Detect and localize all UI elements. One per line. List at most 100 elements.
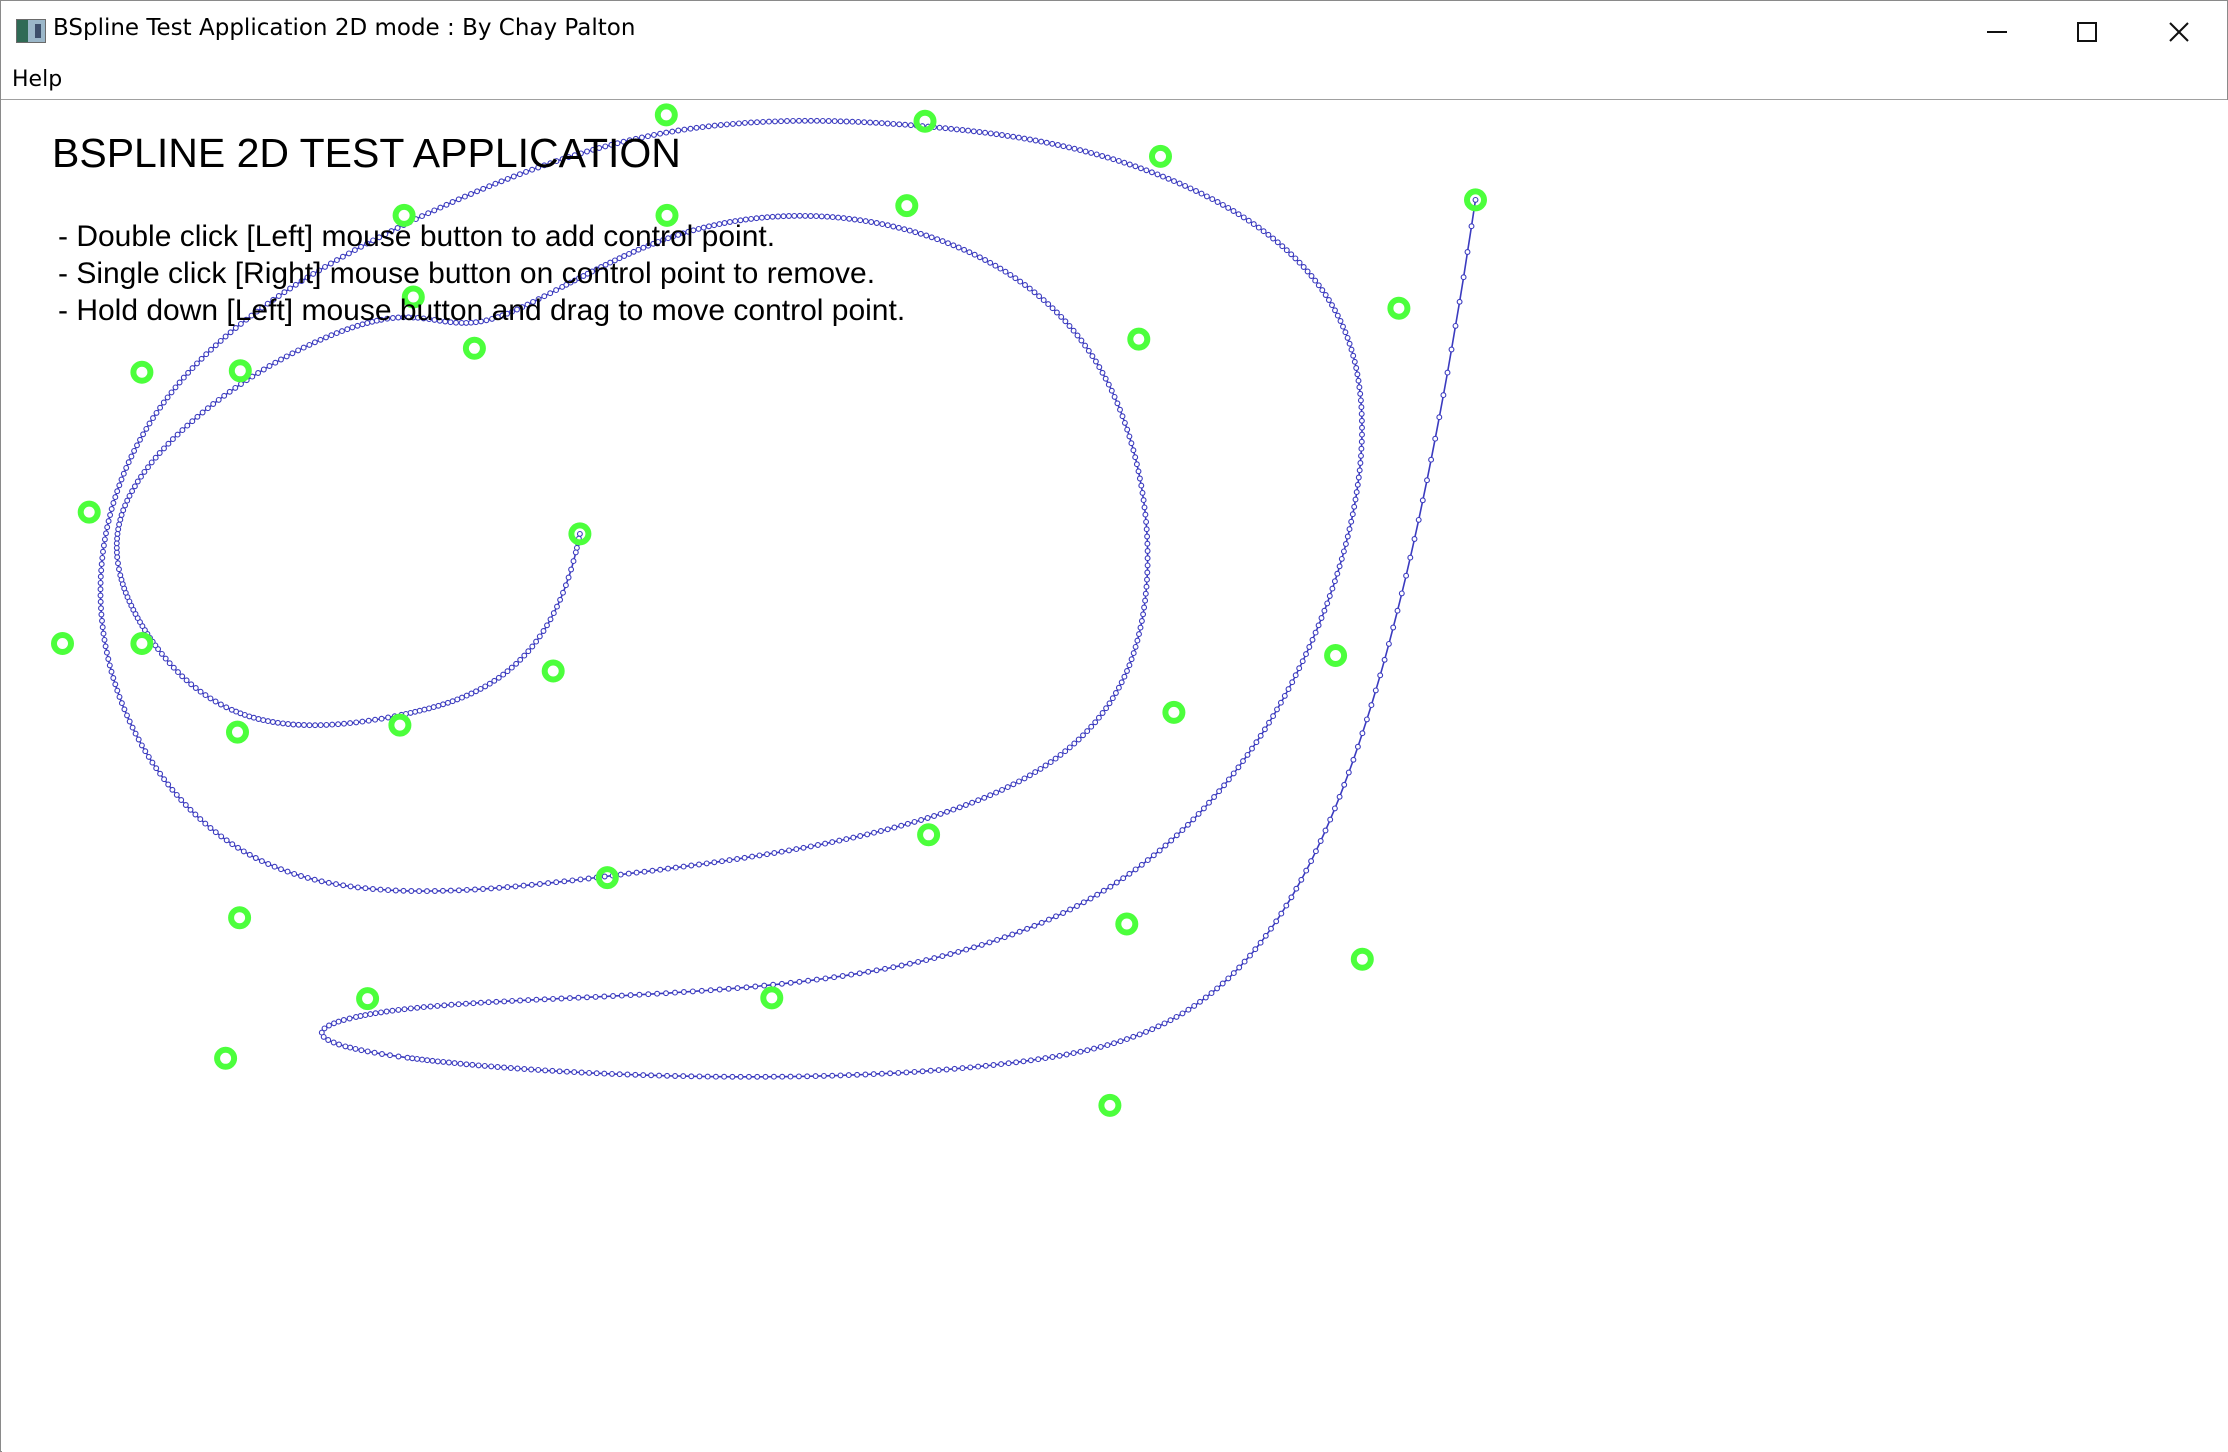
- curve-sample-point: [563, 1068, 570, 1075]
- control-point[interactable]: [760, 986, 784, 1010]
- curve-sample-point: [571, 1069, 578, 1076]
- curve-sample-point: [584, 994, 590, 1001]
- curve-sample-point: [1121, 419, 1128, 426]
- curve-sample-point: [481, 1062, 488, 1069]
- control-point[interactable]: [1387, 296, 1411, 320]
- curve-sample-point: [1245, 217, 1252, 224]
- curve-sample-point: [482, 683, 489, 690]
- curve-sample-point: [575, 994, 582, 1001]
- menu-help[interactable]: Help: [10, 67, 64, 92]
- curve-sample-point: [959, 127, 966, 133]
- control-point[interactable]: [214, 1046, 238, 1070]
- curve-sample-point: [843, 836, 850, 843]
- control-point[interactable]: [895, 194, 919, 218]
- curve-sample-point: [336, 1041, 342, 1048]
- control-point[interactable]: [1098, 1093, 1122, 1117]
- curve-sample-point: [203, 351, 210, 358]
- control-point[interactable]: [462, 336, 486, 360]
- curve-sample-point: [1154, 171, 1161, 178]
- control-point[interactable]: [1324, 644, 1348, 667]
- curve-sample-point: [134, 478, 141, 485]
- curve-sample-point: [902, 121, 909, 128]
- curve-sample-point: [1230, 770, 1237, 777]
- curve-sample-point: [226, 388, 233, 395]
- control-point[interactable]: [1350, 947, 1374, 971]
- curve-sample-point: [1257, 939, 1264, 946]
- curve-sample-point: [1047, 759, 1054, 766]
- curve-sample-point: [542, 1067, 549, 1074]
- curve-sample-point: [475, 1062, 482, 1069]
- curve-sample-point: [339, 328, 345, 335]
- curve-sample-point: [448, 1001, 455, 1008]
- control-point[interactable]: [130, 360, 154, 384]
- control-point[interactable]: [917, 823, 941, 847]
- curve-sample-point: [993, 789, 1000, 796]
- curve-sample-point: [362, 885, 369, 892]
- curve-sample-point: [696, 861, 702, 868]
- control-point[interactable]: [388, 713, 412, 737]
- curve-sample-point: [98, 567, 105, 574]
- curve-sample-point: [1130, 650, 1137, 657]
- control-point[interactable]: [356, 987, 380, 1011]
- curve-sample-point: [911, 1068, 918, 1075]
- curve-sample-point: [1250, 221, 1257, 228]
- control-point[interactable]: [1162, 700, 1186, 724]
- curve-sample-point: [528, 881, 535, 888]
- curve-sample-point: [915, 958, 922, 965]
- spline-canvas[interactable]: BSPLINE 2D TEST APPLICATION - Double cli…: [2, 100, 2228, 1452]
- curve-sample-point: [967, 1064, 974, 1071]
- curve-sample-point: [1100, 887, 1107, 894]
- control-point[interactable]: [1127, 327, 1151, 351]
- control-point[interactable]: [541, 659, 565, 683]
- curve-sample-point: [463, 886, 470, 893]
- control-point[interactable]: [130, 632, 154, 655]
- curve-sample-point: [953, 126, 960, 133]
- curve-sample-point: [878, 120, 885, 127]
- curve-sample-point: [1208, 990, 1215, 997]
- minimize-button[interactable]: [1951, 1, 2043, 63]
- close-button[interactable]: [2133, 1, 2225, 63]
- curve-sample-point: [976, 254, 983, 261]
- curve-sample-point: [189, 365, 196, 372]
- curve-sample-point: [246, 851, 253, 858]
- control-point[interactable]: [226, 720, 249, 744]
- control-point[interactable]: [1115, 912, 1139, 936]
- curve-sample-point: [291, 870, 298, 877]
- maximize-button[interactable]: [2041, 1, 2133, 63]
- curve-sample-point: [1348, 518, 1355, 525]
- curve-sample-point: [365, 717, 372, 724]
- curve-sample-point: [1350, 352, 1357, 359]
- control-point[interactable]: [228, 359, 252, 383]
- control-point[interactable]: [913, 109, 937, 133]
- curve-sample-point: [717, 122, 724, 128]
- curve-sample-point: [1219, 980, 1226, 987]
- curve-sample-point: [174, 431, 181, 438]
- curve-sample-point: [1038, 138, 1045, 145]
- curve-sample-point: [1278, 910, 1285, 917]
- curve-sample-point: [451, 1060, 458, 1067]
- curve-sample-point: [1120, 875, 1127, 882]
- control-point[interactable]: [1149, 144, 1172, 168]
- curve-sample-point: [347, 1044, 354, 1051]
- control-point[interactable]: [654, 103, 678, 127]
- curve-sample-point: [97, 579, 104, 586]
- control-point[interactable]: [228, 906, 252, 930]
- curve-sample-point: [1337, 318, 1344, 324]
- curve-sample-point: [1121, 159, 1128, 166]
- curve-sample-point: [493, 998, 500, 1005]
- curve-sample-point: [1214, 985, 1221, 992]
- control-point[interactable]: [77, 500, 101, 524]
- curve-sample-point: [1134, 637, 1141, 644]
- curve-sample-point: [1377, 672, 1384, 679]
- curve-sample-point: [178, 797, 185, 803]
- control-point[interactable]: [51, 632, 74, 655]
- curve-sample-point: [212, 342, 219, 349]
- curve-sample-point: [122, 502, 129, 509]
- app-window-icon[interactable]: [16, 19, 46, 43]
- title-bar[interactable]: BSpline Test Application 2D mode : By Ch…: [1, 1, 2227, 63]
- curve-sample-point: [99, 624, 106, 631]
- curve-sample-point: [182, 802, 189, 808]
- curve-sample-point: [104, 524, 111, 531]
- curve-sample-point: [295, 347, 302, 354]
- curve-sample-point: [1173, 1013, 1180, 1020]
